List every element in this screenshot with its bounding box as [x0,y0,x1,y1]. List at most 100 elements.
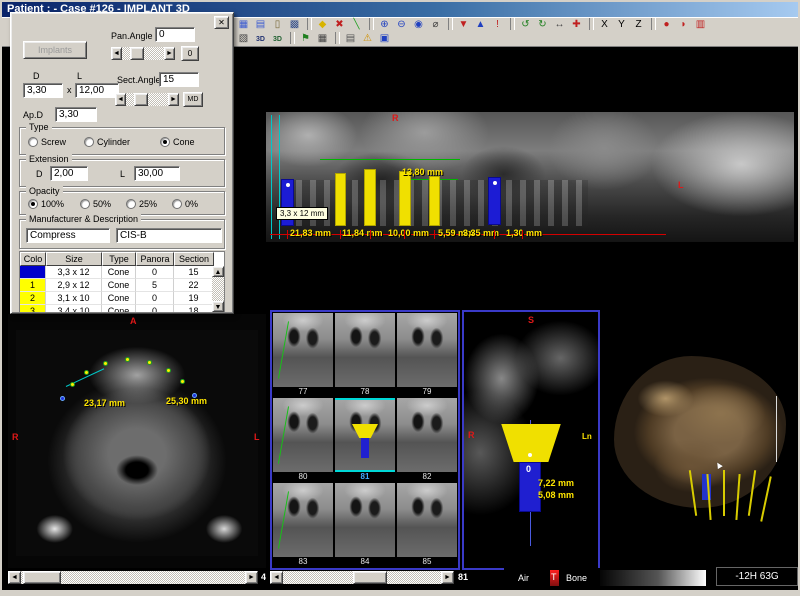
scroll-track[interactable] [21,571,245,584]
scroll-up-button[interactable] [212,266,224,277]
slider-right-arrow[interactable] [164,47,175,60]
axis-y-button[interactable]: Y [614,18,629,32]
implant-table-row[interactable]: 3,3 x 12Cone015 [20,266,224,279]
implant-position-dot-yellow[interactable] [166,368,171,373]
opacity-option-0[interactable]: 0% [172,199,198,209]
slider-thumb[interactable] [134,93,148,106]
scroll-right-button[interactable] [245,571,258,584]
axial-view[interactable]: 23,17 mm 25,30 mm A R L [8,314,266,568]
implant-dialog[interactable]: Implants Pan.Angle 0 D L x Sect.Angle MD… [10,12,234,314]
implant-table-row[interactable]: 23,1 x 10Cone019 [20,292,224,305]
description-input[interactable] [116,228,222,243]
warning-icon[interactable]: ⚠ [360,32,375,46]
density-gradient[interactable] [600,570,706,586]
axis-x-button[interactable]: X [597,18,612,32]
implant-yellow-4[interactable] [429,176,440,226]
slice-thumbnail-82[interactable]: 82 [397,398,457,481]
implant-position-dot-yellow[interactable] [147,360,152,365]
implant-position-dot-yellow[interactable] [125,357,130,362]
rotate-right-icon[interactable]: ↻ [535,18,550,32]
scroll-left-button[interactable] [270,571,283,584]
three-d-view[interactable]: ▲ [602,310,798,570]
arch-icon[interactable]: ◗ [676,18,691,32]
apical-diameter-input[interactable] [55,107,97,122]
zoom-in-icon[interactable]: ⊕ [377,18,392,32]
extension-l-input[interactable] [134,166,180,181]
implant-down-icon[interactable]: ▼ [456,18,471,32]
layout-grid-icon[interactable]: ▦ [315,32,330,46]
extension-d-input[interactable] [50,166,88,181]
view-3d-bone-icon[interactable]: 3D [270,33,285,47]
pan-angle-reset-button[interactable]: 0 [181,46,199,61]
sect-angle-input[interactable] [159,72,199,87]
slice-thumbnail-77[interactable]: 77 [273,313,333,396]
view-3d-icon[interactable]: 3D [253,33,268,47]
type-option-cone[interactable]: Cone [160,137,195,147]
section-cursor-line[interactable] [279,115,280,239]
slice-grid-view[interactable]: 777879808182838485 [270,310,460,570]
save-icon[interactable]: ▣ [377,32,392,46]
ruler-icon[interactable]: ▯ [270,18,285,32]
implant-yellow-2[interactable] [364,169,376,226]
implant-table-row[interactable]: 33,4 x 10Cone018 [20,305,224,313]
density-window-bar[interactable]: Air T Bone [504,568,712,588]
slice-thumbnail-85[interactable]: 85 [397,483,457,566]
implant-position-dot-yellow[interactable] [103,361,108,366]
implant-up-icon[interactable]: ▲ [473,18,488,32]
implant-blue-2[interactable] [488,177,501,225]
magnifier-icon[interactable]: ◉ [411,18,426,32]
section-icon[interactable]: ▩ [287,18,302,32]
sect-angle-md-button[interactable]: MD [183,92,203,107]
scroll-down-button[interactable] [212,301,224,312]
implant-table-icon[interactable]: ▦ [236,18,251,32]
slider-track[interactable] [122,47,164,60]
slider-left-arrow[interactable] [111,47,122,60]
single-view-icon[interactable]: ▧ [236,32,251,46]
close-icon[interactable] [214,16,229,29]
implant-list-icon[interactable]: ▤ [253,18,268,32]
cross-section-view[interactable]: 0 7,22 mm 5,08 mm S R Ln [462,310,600,570]
scroll-track[interactable] [283,571,441,584]
slice-thumbnail-79[interactable]: 79 [397,313,457,396]
flag-icon[interactable]: ⚑ [298,32,313,46]
zoom-out-icon[interactable]: ⊖ [394,18,409,32]
slice-thumbnail-84[interactable]: 84 [335,483,395,566]
implant-table-row[interactable]: 12,9 x 12Cone522 [20,279,224,292]
implant-position-dot-blue[interactable] [192,393,197,398]
section-cursor-line[interactable] [271,115,272,239]
implant-position-dot-yellow[interactable] [84,370,89,375]
slider-left-arrow[interactable] [115,93,126,106]
implant-position-dot-blue[interactable] [60,396,65,401]
implant-yellow-1[interactable] [335,173,346,226]
rotate-left-icon[interactable]: ↺ [518,18,533,32]
printer-icon[interactable]: ▤ [343,32,358,46]
slice-thumbnail-80[interactable]: 80 [273,398,333,481]
scroll-thumb[interactable] [23,571,61,584]
slider-track[interactable] [126,93,168,106]
slice-thumbnail-78[interactable]: 78 [335,313,395,396]
pan-angle-slider[interactable] [111,47,175,60]
diameter-input[interactable] [23,83,63,98]
pan-icon[interactable]: ↔ [552,18,567,32]
diameter-icon[interactable]: ⌀ [428,18,443,32]
alert-icon[interactable]: ! [490,18,505,32]
slider-right-arrow[interactable] [168,93,179,106]
table-scrollbar[interactable] [212,266,224,312]
pan-angle-input[interactable] [155,27,195,42]
marker-icon[interactable]: ◆ [315,18,330,32]
implant-table[interactable]: Colo Size Type Panora Section 3,3 x 12Co… [19,251,225,313]
implant-yellow-3[interactable] [399,171,411,226]
implants-button[interactable]: Implants [23,41,87,59]
implant-position-dot-yellow[interactable] [70,382,75,387]
crosshair-icon[interactable]: ✚ [569,18,584,32]
draw-line-icon[interactable]: ╲ [349,18,364,32]
axial-scrollbar[interactable] [8,571,258,584]
opacity-option-25[interactable]: 25% [126,199,157,209]
scroll-left-button[interactable] [8,571,21,584]
delete-icon[interactable]: ✖ [332,18,347,32]
slider-thumb[interactable] [130,47,144,60]
panoramic-view[interactable]: 13,80 mm 3,3 x 12 mm R L 21,83 mm11,84 m… [266,112,794,242]
sect-angle-slider[interactable] [115,93,179,106]
axis-z-button[interactable]: Z [631,18,646,32]
nerve-icon[interactable]: ● [659,18,674,32]
